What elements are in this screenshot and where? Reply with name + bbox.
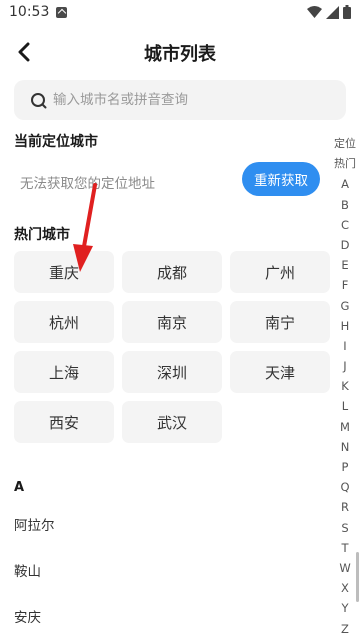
index-item[interactable]: G <box>341 296 350 316</box>
hot-city-button[interactable]: 成都 <box>122 251 222 293</box>
page-title: 城市列表 <box>144 44 216 65</box>
status-bar: 10:53 <box>0 0 360 26</box>
hot-city-button[interactable]: 南京 <box>122 301 222 343</box>
index-item[interactable]: S <box>341 518 348 538</box>
index-item[interactable]: T <box>341 538 348 558</box>
status-time: 10:53 <box>9 4 50 20</box>
hot-cities-grid: 重庆 成都 广州 杭州 南京 南宁 上海 深圳 天津 西安 武汉 <box>14 251 330 443</box>
index-item[interactable]: L <box>342 396 348 416</box>
hot-city-button[interactable]: 深圳 <box>122 351 222 393</box>
hot-city-button[interactable]: 广州 <box>230 251 330 293</box>
hot-city-button[interactable]: 重庆 <box>14 251 114 293</box>
index-item[interactable]: A <box>341 174 349 194</box>
index-item[interactable]: D <box>341 235 350 255</box>
battery-icon <box>343 5 351 19</box>
hot-city-button[interactable]: 上海 <box>14 351 114 393</box>
index-item[interactable]: Q <box>340 477 349 497</box>
index-item[interactable]: I <box>343 336 346 356</box>
hot-city-button[interactable]: 杭州 <box>14 301 114 343</box>
index-item[interactable]: F <box>342 275 349 295</box>
search-icon <box>31 92 47 108</box>
notification-icon <box>56 7 67 18</box>
hot-city-button[interactable]: 南宁 <box>230 301 330 343</box>
hot-city-button[interactable]: 西安 <box>14 401 114 443</box>
hot-cities-title: 热门城市 <box>14 227 70 243</box>
index-item[interactable]: W <box>339 558 350 578</box>
signal-icon <box>326 5 339 19</box>
relocate-button[interactable]: 重新获取 <box>242 162 320 196</box>
index-item[interactable]: 热门 <box>334 154 356 174</box>
index-item[interactable]: R <box>341 497 349 517</box>
index-item[interactable]: J <box>343 356 346 376</box>
city-list-item[interactable]: 安庆 <box>14 606 41 626</box>
search-input[interactable] <box>53 92 303 108</box>
scrollbar[interactable] <box>356 552 359 602</box>
status-icons <box>307 5 351 19</box>
index-item[interactable]: P <box>342 457 349 477</box>
index-item[interactable]: 定位 <box>334 134 356 154</box>
letter-header: A <box>14 480 25 495</box>
current-location-title: 当前定位城市 <box>14 134 98 150</box>
index-item[interactable]: N <box>341 437 350 457</box>
city-list-item[interactable]: 鞍山 <box>14 560 41 580</box>
city-list-item[interactable]: 阿拉尔 <box>14 514 55 534</box>
hot-city-button[interactable]: 天津 <box>230 351 330 393</box>
index-item[interactable]: X <box>341 578 349 598</box>
index-item[interactable]: K <box>341 376 349 396</box>
hot-city-button[interactable]: 武汉 <box>122 401 222 443</box>
index-item[interactable]: C <box>341 215 349 235</box>
location-message: 无法获取您的定位地址 <box>20 176 155 192</box>
index-item[interactable]: B <box>341 195 349 215</box>
search-bar[interactable] <box>14 80 346 120</box>
index-item[interactable]: M <box>340 417 350 437</box>
wifi-icon <box>307 5 322 18</box>
index-item[interactable]: H <box>341 316 350 336</box>
header: 城市列表 <box>0 26 360 78</box>
index-item[interactable]: Z <box>341 619 349 639</box>
index-item[interactable]: E <box>341 255 348 275</box>
index-item[interactable]: Y <box>341 598 348 618</box>
